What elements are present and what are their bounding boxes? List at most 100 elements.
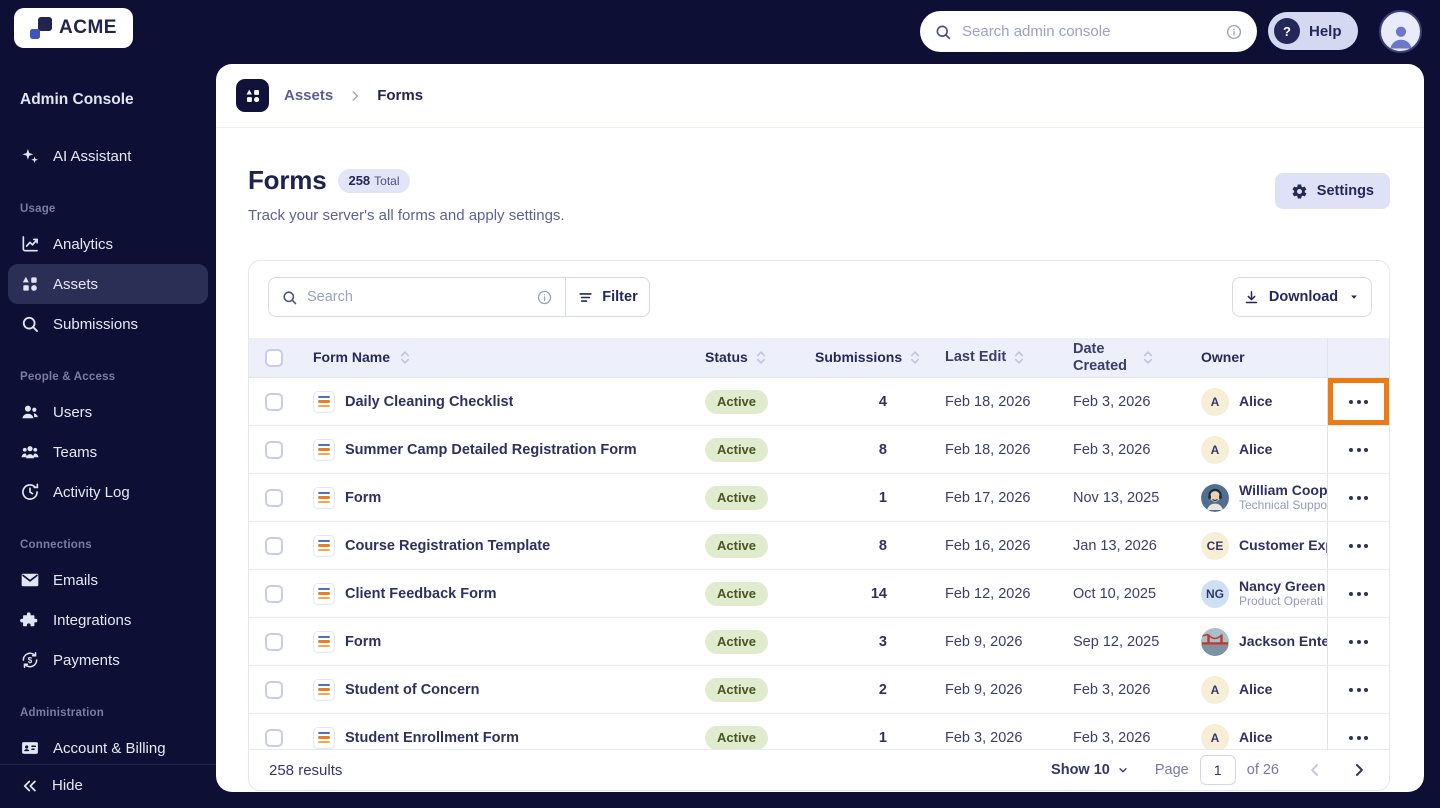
form-name-cell[interactable]: Form (299, 474, 701, 521)
help-label: Help (1309, 22, 1342, 40)
breadcrumb-assets[interactable]: Assets (284, 87, 333, 104)
row-checkbox[interactable] (265, 440, 283, 459)
date-created-cell: Sep 12, 2025 (1073, 633, 1160, 650)
form-name-cell[interactable]: Student of Concern (299, 666, 701, 713)
table-search-input[interactable] (307, 289, 527, 305)
previous-page-button[interactable] (1305, 760, 1325, 780)
info-icon (536, 289, 553, 306)
column-header-status[interactable]: Status (701, 338, 811, 377)
select-all-checkbox[interactable] (265, 348, 283, 367)
sidebar-item-label: Users (53, 403, 93, 421)
form-name: Student of Concern (345, 681, 480, 698)
row-checkbox[interactable] (265, 536, 283, 555)
row-checkbox[interactable] (265, 488, 283, 507)
owner-avatar: A (1201, 387, 1229, 416)
column-header-last-edit[interactable]: Last Edit (925, 338, 1053, 377)
column-header-date-created[interactable]: Date Created (1053, 338, 1179, 377)
filter-button[interactable]: Filter (566, 278, 649, 316)
form-name: Client Feedback Form (345, 585, 497, 602)
row-checkbox[interactable] (265, 728, 283, 747)
owner-subtitle: Product Operati (1239, 594, 1324, 609)
owner-cell: A Alice (1179, 666, 1327, 713)
help-button[interactable]: ? Help (1268, 12, 1358, 50)
download-button[interactable]: Download (1232, 277, 1372, 317)
page-size-select[interactable]: Show 10 (1051, 762, 1129, 778)
row-actions-button[interactable] (1327, 570, 1389, 617)
row-actions-button[interactable] (1327, 522, 1389, 569)
person-icon (1389, 26, 1412, 49)
sidebar-item-label: Teams (53, 443, 98, 461)
sidebar-item-emails[interactable]: Emails (8, 560, 208, 600)
acme-logo-text: ACME (59, 17, 117, 38)
sidebar-item-payments[interactable]: $ Payments (8, 640, 208, 680)
sidebar-hide-button[interactable]: Hide (0, 764, 216, 806)
page-size-label: Show 10 (1051, 762, 1110, 778)
sidebar-assistant-slot: AI Assistant (0, 136, 216, 176)
row-checkbox[interactable] (265, 632, 283, 651)
row-actions-button[interactable] (1327, 426, 1389, 473)
owner-avatar: A (1201, 723, 1229, 752)
form-name-cell[interactable]: Form (299, 618, 701, 665)
sidebar-item-label: AI Assistant (53, 147, 132, 165)
owner-avatar: CE (1201, 531, 1229, 560)
form-name-cell[interactable]: Summer Camp Detailed Registration Form (299, 426, 701, 473)
owner-cell: William Coope Technical Suppo (1179, 474, 1327, 521)
row-actions-button[interactable] (1327, 474, 1389, 521)
row-actions-button[interactable] (1327, 378, 1389, 425)
owner-cell: CE Customer Exp (1179, 522, 1327, 569)
sidebar-item-ai-assistant[interactable]: AI Assistant (8, 136, 208, 176)
date-created-cell: Jan 13, 2026 (1073, 537, 1157, 554)
next-page-button[interactable] (1349, 760, 1369, 780)
form-name-cell[interactable]: Course Registration Template (299, 522, 701, 569)
dollar-icon: $ (20, 650, 40, 670)
form-name-cell[interactable]: Client Feedback Form (299, 570, 701, 617)
form-name-cell[interactable]: Daily Cleaning Checklist (299, 378, 701, 425)
sidebar-section-label: Usage (20, 203, 56, 215)
sidebar-item-activity-log[interactable]: Activity Log (8, 472, 208, 512)
sidebar-item-submissions[interactable]: Submissions (8, 304, 208, 344)
table-row: Course Registration Template Active 8 Feb 1… (249, 522, 1389, 570)
last-edit-cell: Feb 16, 2026 (945, 537, 1031, 554)
row-checkbox[interactable] (265, 584, 283, 603)
sidebar-item-account-billing[interactable]: Account & Billing (8, 728, 208, 768)
ellipsis-icon (1349, 447, 1368, 452)
ellipsis-icon (1349, 399, 1368, 404)
form-name: Course Registration Template (345, 537, 551, 554)
row-actions-button[interactable] (1327, 618, 1389, 665)
table-body: Daily Cleaning Checklist Active 4 Feb 18, 2… (249, 378, 1389, 762)
user-avatar[interactable] (1379, 10, 1422, 53)
form-name: Form (345, 633, 382, 650)
column-header-submissions[interactable]: Submissions (811, 338, 925, 377)
assets-icon (236, 79, 269, 112)
sidebar-item-assets[interactable]: Assets (8, 264, 208, 304)
download-label: Download (1268, 289, 1339, 305)
form-icon (313, 438, 335, 461)
form-icon (313, 678, 335, 701)
column-header-form-name[interactable]: Form Name (299, 338, 701, 377)
sidebar-item-users[interactable]: Users (8, 392, 208, 432)
puzzle-icon (20, 610, 40, 630)
ellipsis-icon (1349, 495, 1368, 500)
search-icon (934, 23, 952, 41)
status-badge: Active (705, 581, 769, 606)
submissions-cell: 8 (878, 537, 887, 554)
row-checkbox[interactable] (265, 392, 283, 411)
owner-avatar: A (1201, 675, 1229, 704)
date-created-cell: Feb 3, 2026 (1073, 393, 1151, 410)
admin-search-input[interactable] (962, 23, 1215, 40)
settings-button[interactable]: Settings (1274, 173, 1390, 209)
row-checkbox[interactable] (265, 680, 283, 699)
header-cell-checkbox (249, 338, 299, 377)
status-badge: Active (705, 533, 769, 558)
sidebar-item-analytics[interactable]: Analytics (8, 224, 208, 264)
page-number-input[interactable] (1199, 755, 1236, 785)
row-actions-button[interactable] (1327, 666, 1389, 713)
clock-icon (20, 482, 40, 502)
acme-logo[interactable]: ACME (14, 8, 133, 48)
sort-icon (1014, 350, 1024, 365)
submissions-cell: 8 (878, 441, 887, 458)
sidebar-item-integrations[interactable]: Integrations (8, 600, 208, 640)
status-badge: Active (705, 389, 769, 414)
page-total-label: of 26 (1246, 762, 1279, 778)
sidebar-item-teams[interactable]: Teams (8, 432, 208, 472)
